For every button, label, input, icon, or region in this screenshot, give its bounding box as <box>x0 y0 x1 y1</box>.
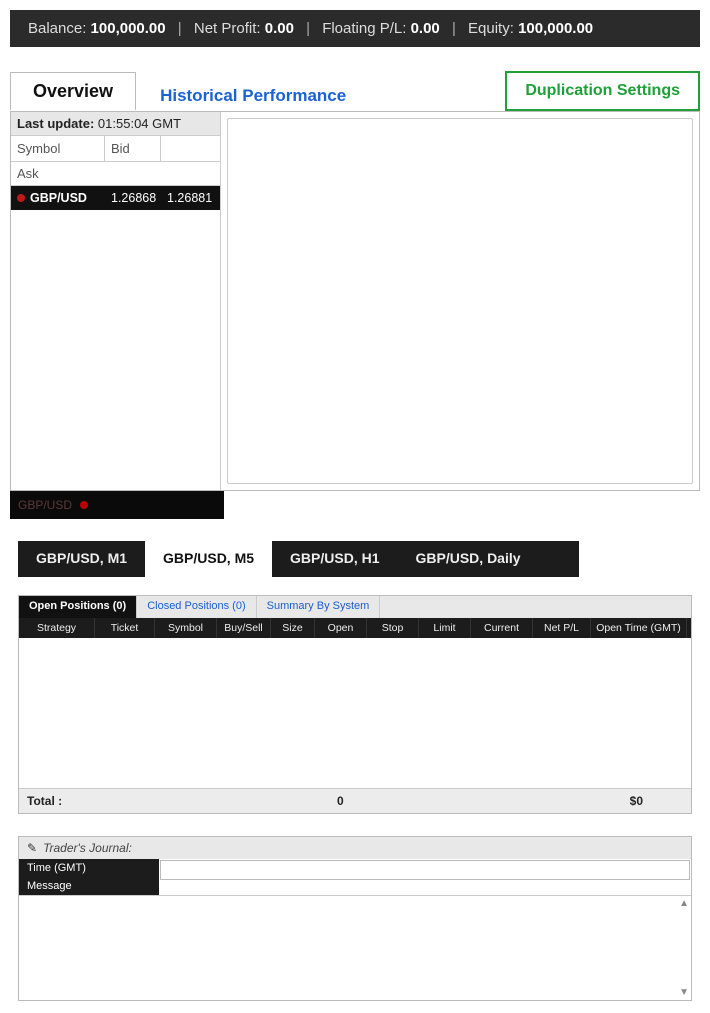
last-update-label: Last update: <box>17 116 94 131</box>
col-current: Current <box>471 618 533 638</box>
overview-panel: Last update: 01:55:04 GMT Symbol Bid Ask… <box>10 111 700 491</box>
account-status-bar: Balance: 100,000.00 | Net Profit: 0.00 |… <box>10 10 700 47</box>
tf-tab-m5[interactable]: GBP/USD, M5 <box>145 541 272 577</box>
col-stop: Stop <box>367 618 419 638</box>
subbar-symbol: GBP/USD <box>18 498 72 512</box>
scroll-down-icon[interactable]: ▼ <box>679 987 689 998</box>
traders-journal: ✎ Trader's Journal: Time (GMT) Message ▲… <box>18 836 692 1001</box>
col-open: Open <box>315 618 367 638</box>
balance-value: 100,000.00 <box>91 20 166 37</box>
journal-message-label: Message <box>19 877 159 895</box>
col-limit: Limit <box>419 618 471 638</box>
pin-icon[interactable]: ✎ <box>27 841 37 855</box>
symbol-subbar[interactable]: GBP/USD <box>10 491 224 519</box>
last-update-time: 01:55:04 GMT <box>98 116 181 131</box>
col-size: Size <box>271 618 315 638</box>
tab-overview[interactable]: Overview <box>10 72 136 110</box>
total-label: Total : <box>27 794 337 808</box>
quote-symbol: GBP/USD <box>30 191 87 205</box>
col-blank <box>161 136 217 161</box>
journal-time-input[interactable] <box>160 860 690 880</box>
col-symbol: Symbol <box>155 618 217 638</box>
balance-label: Balance: <box>28 20 86 37</box>
tf-tab-m1[interactable]: GBP/USD, M1 <box>18 541 145 577</box>
col-bid: Bid <box>105 136 161 161</box>
positions-panel: Open Positions (0) Closed Positions (0) … <box>18 595 692 814</box>
tf-padding <box>539 541 579 577</box>
timeframe-tabs: GBP/USD, M1 GBP/USD, M5 GBP/USD, H1 GBP/… <box>18 541 692 577</box>
positions-total-row: Total : 0 $0 <box>19 788 691 813</box>
col-ticket: Ticket <box>95 618 155 638</box>
col-ask: Ask <box>11 162 220 186</box>
journal-time-label: Time (GMT) <box>19 859 159 877</box>
journal-input-row: Time (GMT) Message <box>19 859 691 895</box>
positions-tabs: Open Positions (0) Closed Positions (0) … <box>19 596 691 618</box>
positions-body <box>19 638 691 788</box>
tab-closed-positions[interactable]: Closed Positions (0) <box>137 596 256 618</box>
total-pl: $0 <box>543 794 683 808</box>
chart-area[interactable] <box>227 118 693 484</box>
floating-value: 0.00 <box>411 20 440 37</box>
col-opentime: Open Time (GMT) <box>591 618 687 638</box>
price-down-icon <box>80 501 88 509</box>
main-tabs: Overview Historical Performance <box>10 72 346 110</box>
journal-body[interactable]: ▲ ▼ <box>19 895 691 1000</box>
tf-tab-h1[interactable]: GBP/USD, H1 <box>272 541 397 577</box>
journal-title-bar: ✎ Trader's Journal: <box>19 837 691 859</box>
duplication-settings-button[interactable]: Duplication Settings <box>505 71 700 111</box>
journal-title: Trader's Journal: <box>43 841 132 855</box>
equity-value: 100,000.00 <box>518 20 593 37</box>
tf-tab-daily[interactable]: GBP/USD, Daily <box>398 541 539 577</box>
quote-symbol-cell: GBP/USD <box>11 186 105 210</box>
tab-open-positions[interactable]: Open Positions (0) <box>19 596 137 618</box>
netprofit-value: 0.00 <box>265 20 294 37</box>
floating-label: Floating P/L: <box>322 20 406 37</box>
top-nav: Overview Historical Performance Duplicat… <box>10 71 700 111</box>
positions-columns: Strategy Ticket Symbol Buy/Sell Size Ope… <box>19 618 691 638</box>
total-size: 0 <box>337 794 543 808</box>
quote-row[interactable]: GBP/USD 1.26868 1.26881 <box>11 186 220 210</box>
col-symbol: Symbol <box>11 136 105 161</box>
netprofit-label: Net Profit: <box>194 20 261 37</box>
tab-summary-by-system[interactable]: Summary By System <box>257 596 381 618</box>
col-strategy: Strategy <box>19 618 95 638</box>
quote-bid: 1.26868 <box>105 186 161 210</box>
quote-ask: 1.26881 <box>161 186 217 210</box>
journal-input-col <box>159 859 691 895</box>
col-netpl: Net P/L <box>533 618 591 638</box>
equity-label: Equity: <box>468 20 514 37</box>
quotes-header: Symbol Bid <box>11 136 220 162</box>
scroll-up-icon[interactable]: ▲ <box>679 898 689 909</box>
journal-labels: Time (GMT) Message <box>19 859 159 895</box>
last-update: Last update: 01:55:04 GMT <box>11 112 220 136</box>
price-down-icon <box>17 194 25 202</box>
quotes-column: Last update: 01:55:04 GMT Symbol Bid Ask… <box>11 112 221 490</box>
tab-historical-performance[interactable]: Historical Performance <box>160 86 346 110</box>
col-buysell: Buy/Sell <box>217 618 271 638</box>
